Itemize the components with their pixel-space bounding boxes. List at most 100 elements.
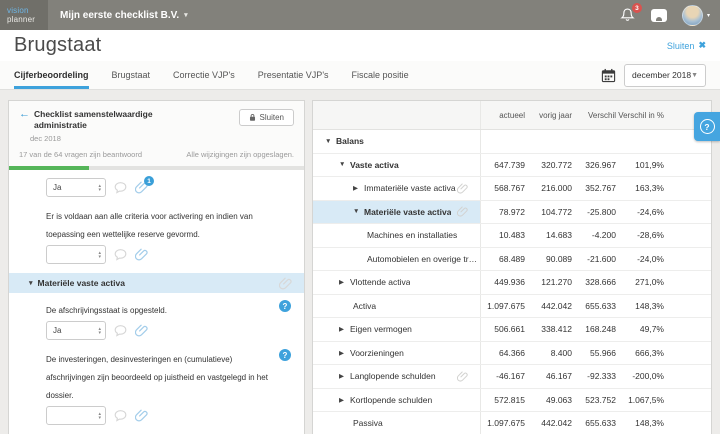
lock-close-button[interactable]: Sluiten [239,109,294,126]
help-icon[interactable]: ? [279,349,291,361]
tab-bar: Cijferbeoordeling Brugstaat Correctie VJ… [0,61,720,90]
row-label-cell: ▶ Langlopende schulden [313,365,481,388]
cell-verschil: 352.767 [574,177,618,200]
row-expand-icon[interactable]: ▼ [353,208,364,215]
checklist-header: ← Checklist samenstelwaardige administra… [9,101,304,166]
table-row[interactable]: Passiva 1.097.675 442.042 655.633 148,3% [313,412,711,434]
attachment-icon[interactable] [135,324,148,337]
row-expand-icon[interactable]: ▶ [353,184,364,192]
row-expand-icon[interactable]: ▶ [339,372,350,380]
tab-label: Fiscale positie [352,70,409,80]
section-attachment-icon[interactable] [279,277,292,290]
checklist-title: Checklist samenstelwaardige administrati… [34,109,204,131]
row-label: Voorzieningen [350,348,404,358]
answer-select[interactable]: Ja ▴▾ [46,178,106,197]
checklist-question: Er is voldaan aan alle criteria voor act… [46,206,294,264]
cell-vorig-jaar: 90.089 [527,248,574,271]
row-expand-icon[interactable]: ▶ [339,396,350,404]
cell-verschil: -21.600 [574,248,618,271]
row-expand-icon[interactable]: ▼ [339,161,350,168]
section-label: Materiële vaste activa [38,278,125,288]
table-row[interactable]: ▶ Langlopende schulden -46.167 46.167 -9… [313,365,711,389]
attachment-icon[interactable] [135,248,148,261]
table-row[interactable]: Automobielen en overige transportmiddel…… [313,248,711,272]
tab[interactable]: Brugstaat [112,61,151,89]
cell-vorig-jaar: 442.042 [527,412,574,434]
tab[interactable]: Fiscale positie [352,61,409,89]
row-attachment-icon[interactable] [457,371,468,382]
row-label-cell: ▼ Vaste activa [313,154,481,177]
row-expand-icon[interactable]: ▶ [339,325,350,333]
user-menu[interactable]: ▾ [682,5,710,26]
answer-select[interactable]: ▴▾ [46,245,106,264]
tab-label: Presentatie VJP's [258,70,329,80]
row-attachment-icon[interactable] [457,183,468,194]
cell-verschil [574,130,618,153]
tab[interactable]: Presentatie VJP's [258,61,329,89]
row-label: Activa [353,301,376,311]
table-row[interactable]: ▶ Voorzieningen 64.366 8.400 55.966 666,… [313,342,711,366]
row-expand-icon[interactable]: ▼ [325,138,336,145]
comment-icon[interactable] [114,248,127,261]
comment-icon[interactable] [114,324,127,337]
company-name: Mijn eerste checklist B.V. [60,10,179,21]
cell-verschil: 523.752 [574,389,618,412]
chevron-down-icon: ▾ [707,12,710,19]
row-attachment-icon[interactable] [457,206,468,217]
table-row[interactable]: ▼ Materiële vaste activa 78.972 104.772 … [313,201,711,225]
notifications-button[interactable]: 3 [620,7,636,23]
row-expand-icon[interactable]: ▶ [339,349,350,357]
answer-select[interactable]: ▴▾ [46,406,106,425]
table-row[interactable]: ▶ Eigen vermogen 506.661 338.412 168.248… [313,318,711,342]
row-expand-icon[interactable]: ▶ [339,278,350,286]
calendar-icon[interactable] [601,68,616,83]
tab-label: Brugstaat [112,70,151,80]
checklist-body: Ja ▴▾ 1 Er is voldaan aan alle criteria … [9,170,304,434]
company-selector[interactable]: Mijn eerste checklist B.V. ▾ [60,10,188,21]
table-row[interactable]: ▼ Balans [313,130,711,154]
cell-verschil-pct: 101,9% [618,154,666,177]
chevron-down-icon: ▼ [691,72,698,79]
checklist-section-header[interactable]: ▾ Materiële vaste activa [9,273,304,293]
table-row[interactable]: ▶ Vlottende activa 449.936 121.270 328.6… [313,271,711,295]
help-button[interactable]: ? [694,112,720,141]
row-label-cell: ▶ Voorzieningen [313,342,481,365]
cell-actueel: 572.815 [481,389,527,412]
question-controls: Ja ▴▾ [46,321,294,340]
comment-icon[interactable] [114,181,127,194]
cell-verschil-pct: 148,3% [618,295,666,318]
cell-verschil-pct: -200,0% [618,365,666,388]
visionplanner-logo[interactable]: vision planner [0,0,48,30]
cell-verschil: 655.633 [574,412,618,434]
tab[interactable]: Correctie VJP's [173,61,235,89]
row-label: Langlopende schulden [350,371,436,381]
comment-icon[interactable] [114,409,127,422]
logo-line2: planner [7,15,48,24]
cell-verschil: -25.800 [574,201,618,224]
cell-actueel: 1.097.675 [481,295,527,318]
table-row[interactable]: Activa 1.097.675 442.042 655.633 148,3% [313,295,711,319]
attachment-icon[interactable]: 1 [135,181,148,194]
cell-verschil-pct: 49,7% [618,318,666,341]
answer-select[interactable]: Ja ▴▾ [46,321,106,340]
table-row[interactable]: ▼ Vaste activa 647.739 320.772 326.967 1… [313,154,711,178]
progress-bar-fill [9,166,89,170]
help-icon[interactable]: ? [279,300,291,312]
cell-verschil-pct: 148,3% [618,412,666,434]
column-header-verschil-pct: Verschil in % [618,101,666,129]
row-label: Vaste activa [350,160,399,170]
select-stepper-icon: ▴▾ [98,327,101,335]
attachment-icon[interactable] [135,409,148,422]
tab[interactable]: Cijferbeoordeling [14,61,89,89]
close-page-link[interactable]: Sluiten ✖ [667,40,706,51]
table-row[interactable]: Machines en installaties 10.483 14.683 -… [313,224,711,248]
back-arrow-icon[interactable]: ← [19,109,30,120]
period-select[interactable]: december 2018 ▼ [624,64,706,87]
cell-actueel: 1.097.675 [481,412,527,434]
row-label: Machines en installaties [367,230,457,240]
table-row[interactable]: ▶ Immateriële vaste activa 568.767 216.0… [313,177,711,201]
balance-panel: actueel vorig jaar Verschil Verschil in … [312,100,712,434]
row-label-cell: ▶ Kortlopende schulden [313,389,481,412]
table-row[interactable]: ▶ Kortlopende schulden 572.815 49.063 52… [313,389,711,413]
support-chat-button[interactable] [651,9,667,22]
